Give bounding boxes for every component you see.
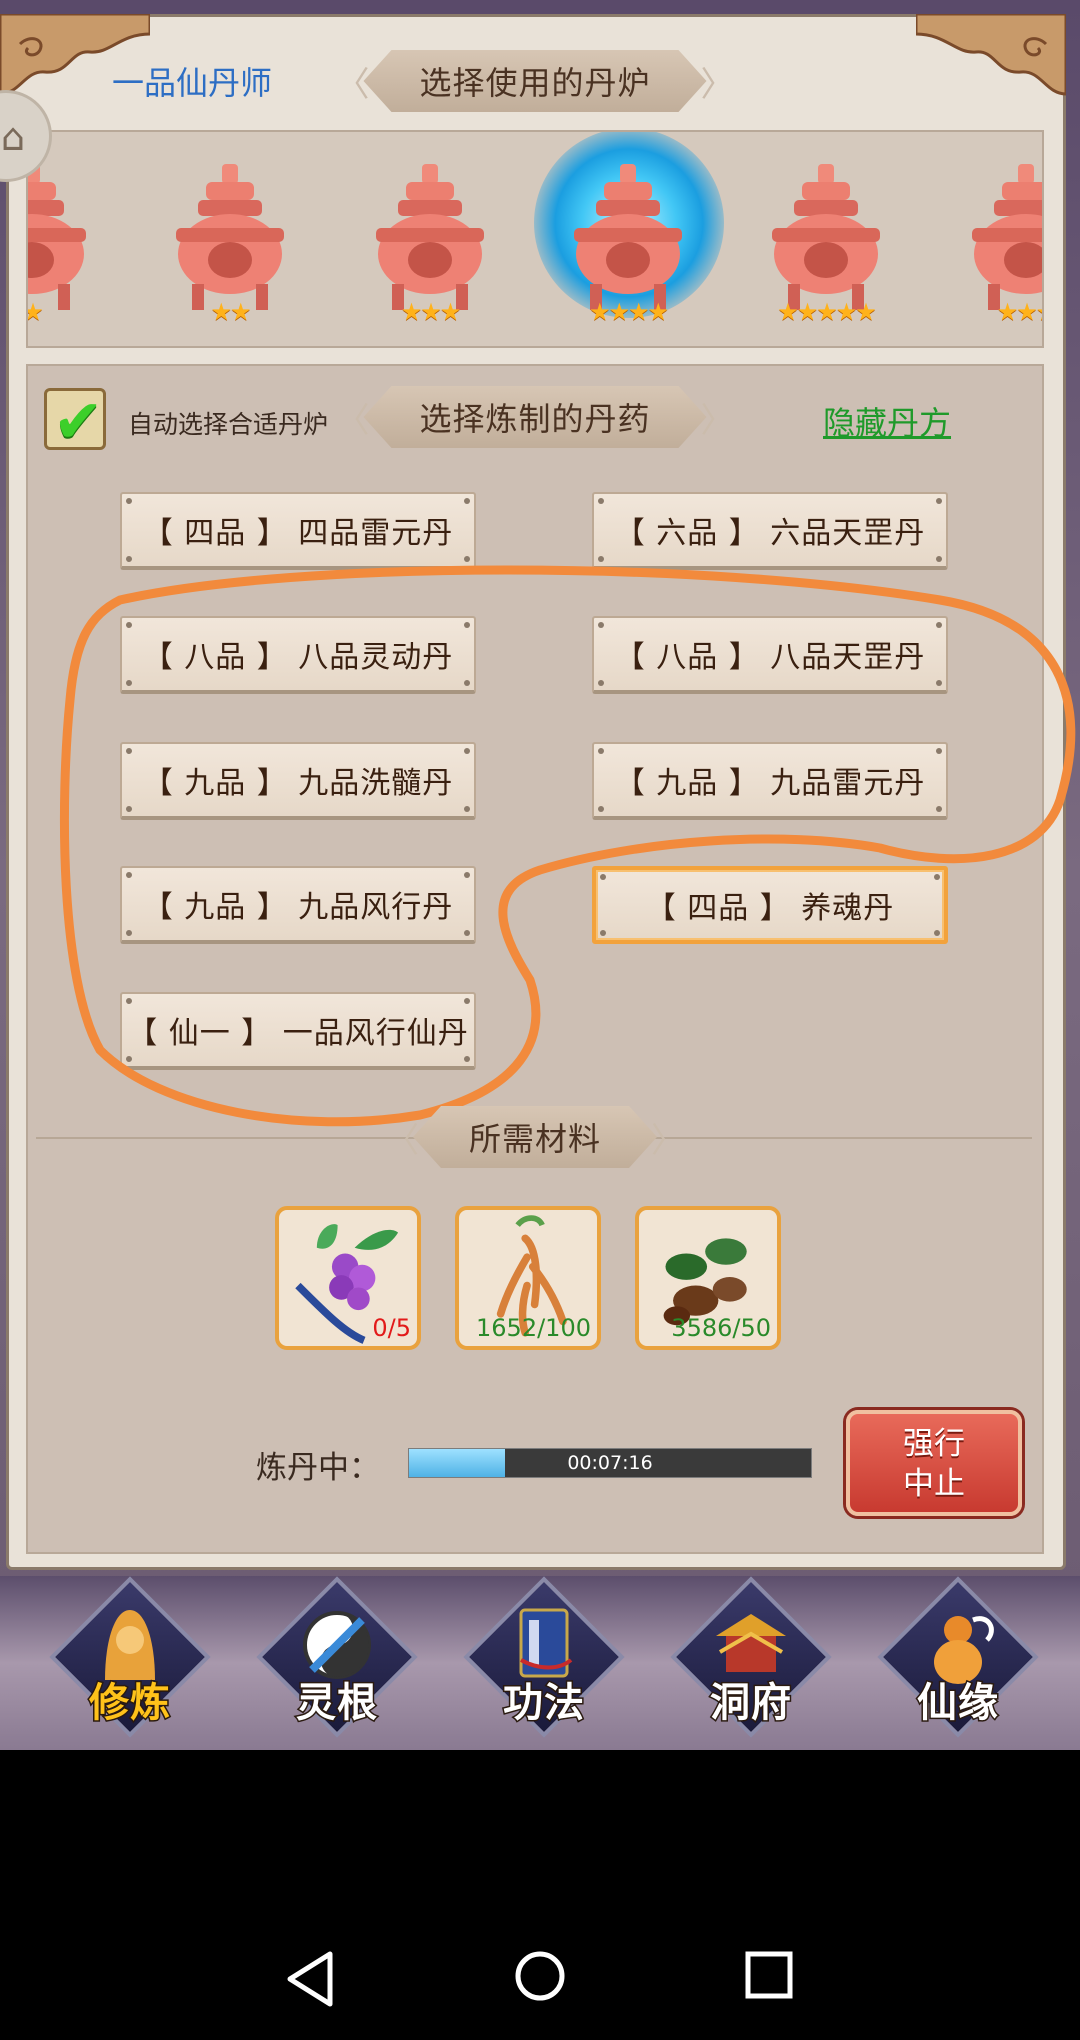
- stud-icon: [126, 498, 132, 504]
- stud-icon: [126, 806, 132, 812]
- recipe-button[interactable]: 【 九品 】 九品雷元丹: [592, 742, 948, 820]
- furnace-stars: ★★★★: [588, 298, 669, 326]
- nav-label: 仙缘: [916, 1679, 1000, 1728]
- stud-icon: [598, 498, 604, 504]
- furnace-item[interactable]: ★: [28, 162, 100, 332]
- furnace-stars: ★: [28, 298, 100, 326]
- stud-icon: [126, 680, 132, 686]
- nav-cultivate[interactable]: 修炼: [49, 1576, 211, 1740]
- recipe-button[interactable]: 【 八品 】 八品天罡丹: [592, 616, 948, 694]
- furnace-title: 选择使用的丹炉: [363, 50, 706, 112]
- recipe-button[interactable]: 【 九品 】 九品风行丹: [120, 866, 476, 944]
- refining-progress-bar: 00:07:16: [408, 1448, 812, 1478]
- material-count: 0/5: [372, 1314, 411, 1342]
- recipe-button[interactable]: 【 六品 】 六品天罡丹: [592, 492, 948, 570]
- stud-icon: [126, 556, 132, 562]
- stud-icon: [936, 748, 942, 754]
- nav-fortune[interactable]: 仙缘: [877, 1576, 1039, 1740]
- recipe-button[interactable]: 【 八品 】 八品灵动丹: [120, 616, 476, 694]
- furnace-stars: ★★: [210, 298, 251, 326]
- refining-status-label: 炼丹中：: [256, 1450, 380, 1486]
- material-count: 1652/100: [476, 1314, 591, 1342]
- stud-icon: [598, 680, 604, 686]
- material-slot[interactable]: 0/5: [275, 1206, 421, 1350]
- stud-icon: [464, 1056, 470, 1062]
- furnace-stars: ★★★: [996, 298, 1042, 326]
- auto-select-checkbox[interactable]: ✔: [44, 387, 106, 457]
- back-icon[interactable]: [284, 1950, 336, 2008]
- materials-title-ribbon: 〈 所需材料 〉: [336, 1106, 734, 1168]
- cloud-ornament-icon: [916, 14, 1066, 96]
- furnace-item[interactable]: ★★: [162, 162, 298, 332]
- stud-icon: [464, 748, 470, 754]
- nav-label: 功法: [502, 1679, 586, 1728]
- stud-icon: [598, 622, 604, 628]
- furnace-stars: ★★★★★: [777, 298, 877, 326]
- hide-recipe-link[interactable]: 隐藏丹方: [823, 398, 951, 444]
- auto-select-label: 自动选择合适丹炉: [128, 410, 329, 439]
- materials-title: 所需材料: [413, 1106, 657, 1168]
- stud-icon: [600, 874, 606, 880]
- stud-icon: [126, 622, 132, 628]
- nav-label: 修炼: [88, 1679, 172, 1728]
- recents-icon[interactable]: [744, 1950, 794, 2000]
- stud-icon: [464, 622, 470, 628]
- stud-icon: [936, 680, 942, 686]
- stud-icon: [126, 930, 132, 936]
- bottom-navigation: 修炼 灵根 功法 洞府 仙缘: [0, 1576, 1080, 1750]
- alchemist-rank: 一品仙丹师: [112, 64, 273, 102]
- stud-icon: [464, 998, 470, 1004]
- stud-icon: [464, 556, 470, 562]
- stud-icon: [600, 930, 606, 936]
- furnace-carousel[interactable]: ★ ★ ★ ★★ ★★★★ ★★★★★ ★★: [26, 130, 1044, 348]
- stud-icon: [936, 556, 942, 562]
- nav-cave[interactable]: 洞府: [670, 1576, 832, 1740]
- stud-icon: [934, 874, 940, 880]
- house-icon: ⌂: [1, 115, 26, 159]
- nav-technique[interactable]: 功法: [463, 1576, 625, 1740]
- recipe-title: 选择炼制的丹药: [363, 386, 706, 448]
- force-stop-line1: 强行: [903, 1426, 965, 1462]
- force-stop-button[interactable]: 强行 中止: [846, 1410, 1022, 1516]
- stud-icon: [598, 806, 604, 812]
- recipe-button[interactable]: 【 四品 】 四品雷元丹: [120, 492, 476, 570]
- material-count: 3586/50: [671, 1314, 771, 1342]
- material-slot[interactable]: 1652/100: [455, 1206, 601, 1350]
- stud-icon: [126, 1056, 132, 1062]
- furnace-stars: ★★★: [400, 298, 462, 326]
- app-screen: 一品仙丹师 〈 选择使用的丹炉 〉 ★★ ★★★ ★★★★ ★★★★★ ★★ ⌂…: [0, 0, 1080, 2040]
- stud-icon: [464, 872, 470, 878]
- material-slot[interactable]: 3586/50: [635, 1206, 781, 1350]
- furnace-title-ribbon: 〈 选择使用的丹炉 〉: [335, 50, 735, 112]
- checkmark-icon: ✔: [53, 387, 104, 457]
- recipe-button-selected[interactable]: 【 四品 】 养魂丹: [592, 866, 948, 944]
- home-icon[interactable]: [514, 1950, 566, 2002]
- stud-icon: [598, 556, 604, 562]
- stud-icon: [126, 998, 132, 1004]
- stud-icon: [936, 498, 942, 504]
- furnace-item[interactable]: ★★★: [958, 162, 1042, 332]
- furnace-item-selected[interactable]: ★★★★: [534, 132, 724, 332]
- stud-icon: [936, 806, 942, 812]
- nav-label: 洞府: [709, 1679, 793, 1728]
- stud-icon: [464, 498, 470, 504]
- furnace-item[interactable]: ★★★: [362, 162, 498, 332]
- stud-icon: [126, 872, 132, 878]
- stud-icon: [126, 748, 132, 754]
- stud-icon: [936, 622, 942, 628]
- stud-icon: [464, 930, 470, 936]
- stud-icon: [934, 930, 940, 936]
- recipe-button[interactable]: 【 仙一 】 一品风行仙丹: [120, 992, 476, 1070]
- stud-icon: [464, 680, 470, 686]
- remaining-time: 00:07:16: [567, 1452, 653, 1474]
- furnace-item[interactable]: ★★★★★: [758, 162, 894, 332]
- stud-icon: [464, 806, 470, 812]
- nav-spirit-root[interactable]: 灵根: [256, 1576, 418, 1740]
- force-stop-line2: 中止: [903, 1466, 965, 1502]
- recipe-title-ribbon: 〈 选择炼制的丹药 〉: [335, 386, 735, 448]
- stud-icon: [598, 748, 604, 754]
- recipe-button[interactable]: 【 九品 】 九品洗髓丹: [120, 742, 476, 820]
- nav-label: 灵根: [295, 1679, 379, 1728]
